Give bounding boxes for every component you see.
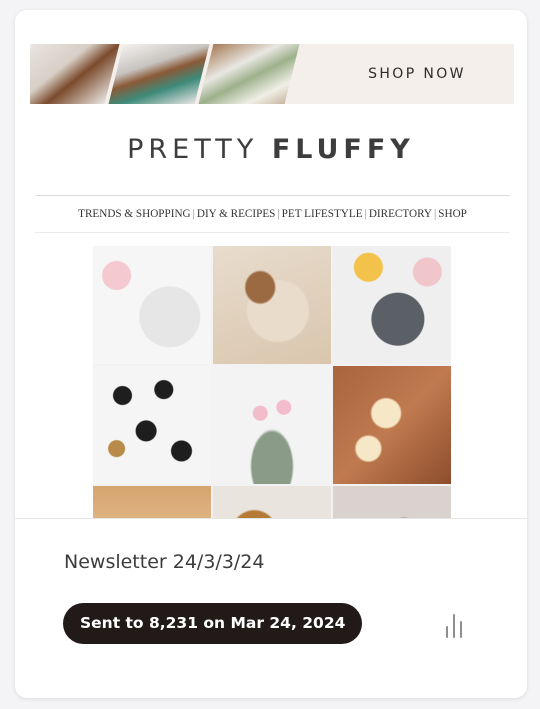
- bar-chart-icon-bar: [453, 614, 455, 638]
- bar-chart-icon-bar: [460, 621, 462, 638]
- photo-golden-dog: [213, 486, 331, 519]
- brand-logo-bold: FLUFFY: [271, 134, 415, 165]
- recipe-photo-grid: [93, 246, 451, 519]
- nav-link-pet-lifestyle[interactable]: PET LIFESTYLE: [282, 208, 363, 220]
- card-divider: [15, 518, 527, 519]
- photo-cookie-dough: [93, 486, 211, 519]
- newsletter-card[interactable]: SHOP NOW PRETTY FLUFFY TRENDS & SHOPPING…: [15, 10, 527, 698]
- banner-photo-dog-sweater: [108, 44, 210, 104]
- bar-chart-icon-bar: [446, 626, 448, 638]
- photo-baked-treats-cup: [213, 246, 331, 364]
- nav-link-shop[interactable]: SHOP: [438, 208, 467, 220]
- shop-banner[interactable]: SHOP NOW: [30, 44, 514, 104]
- bar-chart-icon[interactable]: [441, 608, 467, 638]
- nav-link-directory[interactable]: DIRECTORY: [369, 208, 432, 220]
- nav-link-diy-recipes[interactable]: DIY & RECIPES: [197, 208, 276, 220]
- sent-status-badge: Sent to 8,231 on Mar 24, 2024: [63, 603, 363, 644]
- photo-pink-bone-treats: [213, 366, 331, 484]
- nav-separator: |: [364, 208, 367, 220]
- nav-separator: |: [277, 208, 280, 220]
- photo-dark-chocolate-treats: [93, 366, 211, 484]
- email-preview[interactable]: SHOP NOW PRETTY FLUFFY TRENDS & SHOPPING…: [15, 10, 527, 519]
- banner-photo-dachshund: [30, 44, 120, 104]
- brand-logo-light: PRETTY: [127, 134, 259, 165]
- shop-now-link[interactable]: SHOP NOW: [320, 44, 514, 104]
- brand-logo: PRETTY FLUFFY: [15, 134, 527, 165]
- photo-gingerbread-dogs: [333, 366, 451, 484]
- nav-separator: |: [192, 208, 195, 220]
- newsletter-title[interactable]: Newsletter 24/3/3/24: [64, 551, 264, 573]
- nav-separator: |: [434, 208, 437, 220]
- banner-photo-pet-clothes: [198, 44, 300, 104]
- nav-link-trends-shopping[interactable]: TRENDS & SHOPPING: [78, 208, 191, 220]
- photo-chocolate-bites: [333, 486, 451, 519]
- photo-pink-treat-molds: [93, 246, 211, 364]
- preview-nav: TRENDS & SHOPPING | DIY & RECIPES | PET LIFE…: [35, 195, 510, 233]
- photo-colorful-treats-plate: [333, 246, 451, 364]
